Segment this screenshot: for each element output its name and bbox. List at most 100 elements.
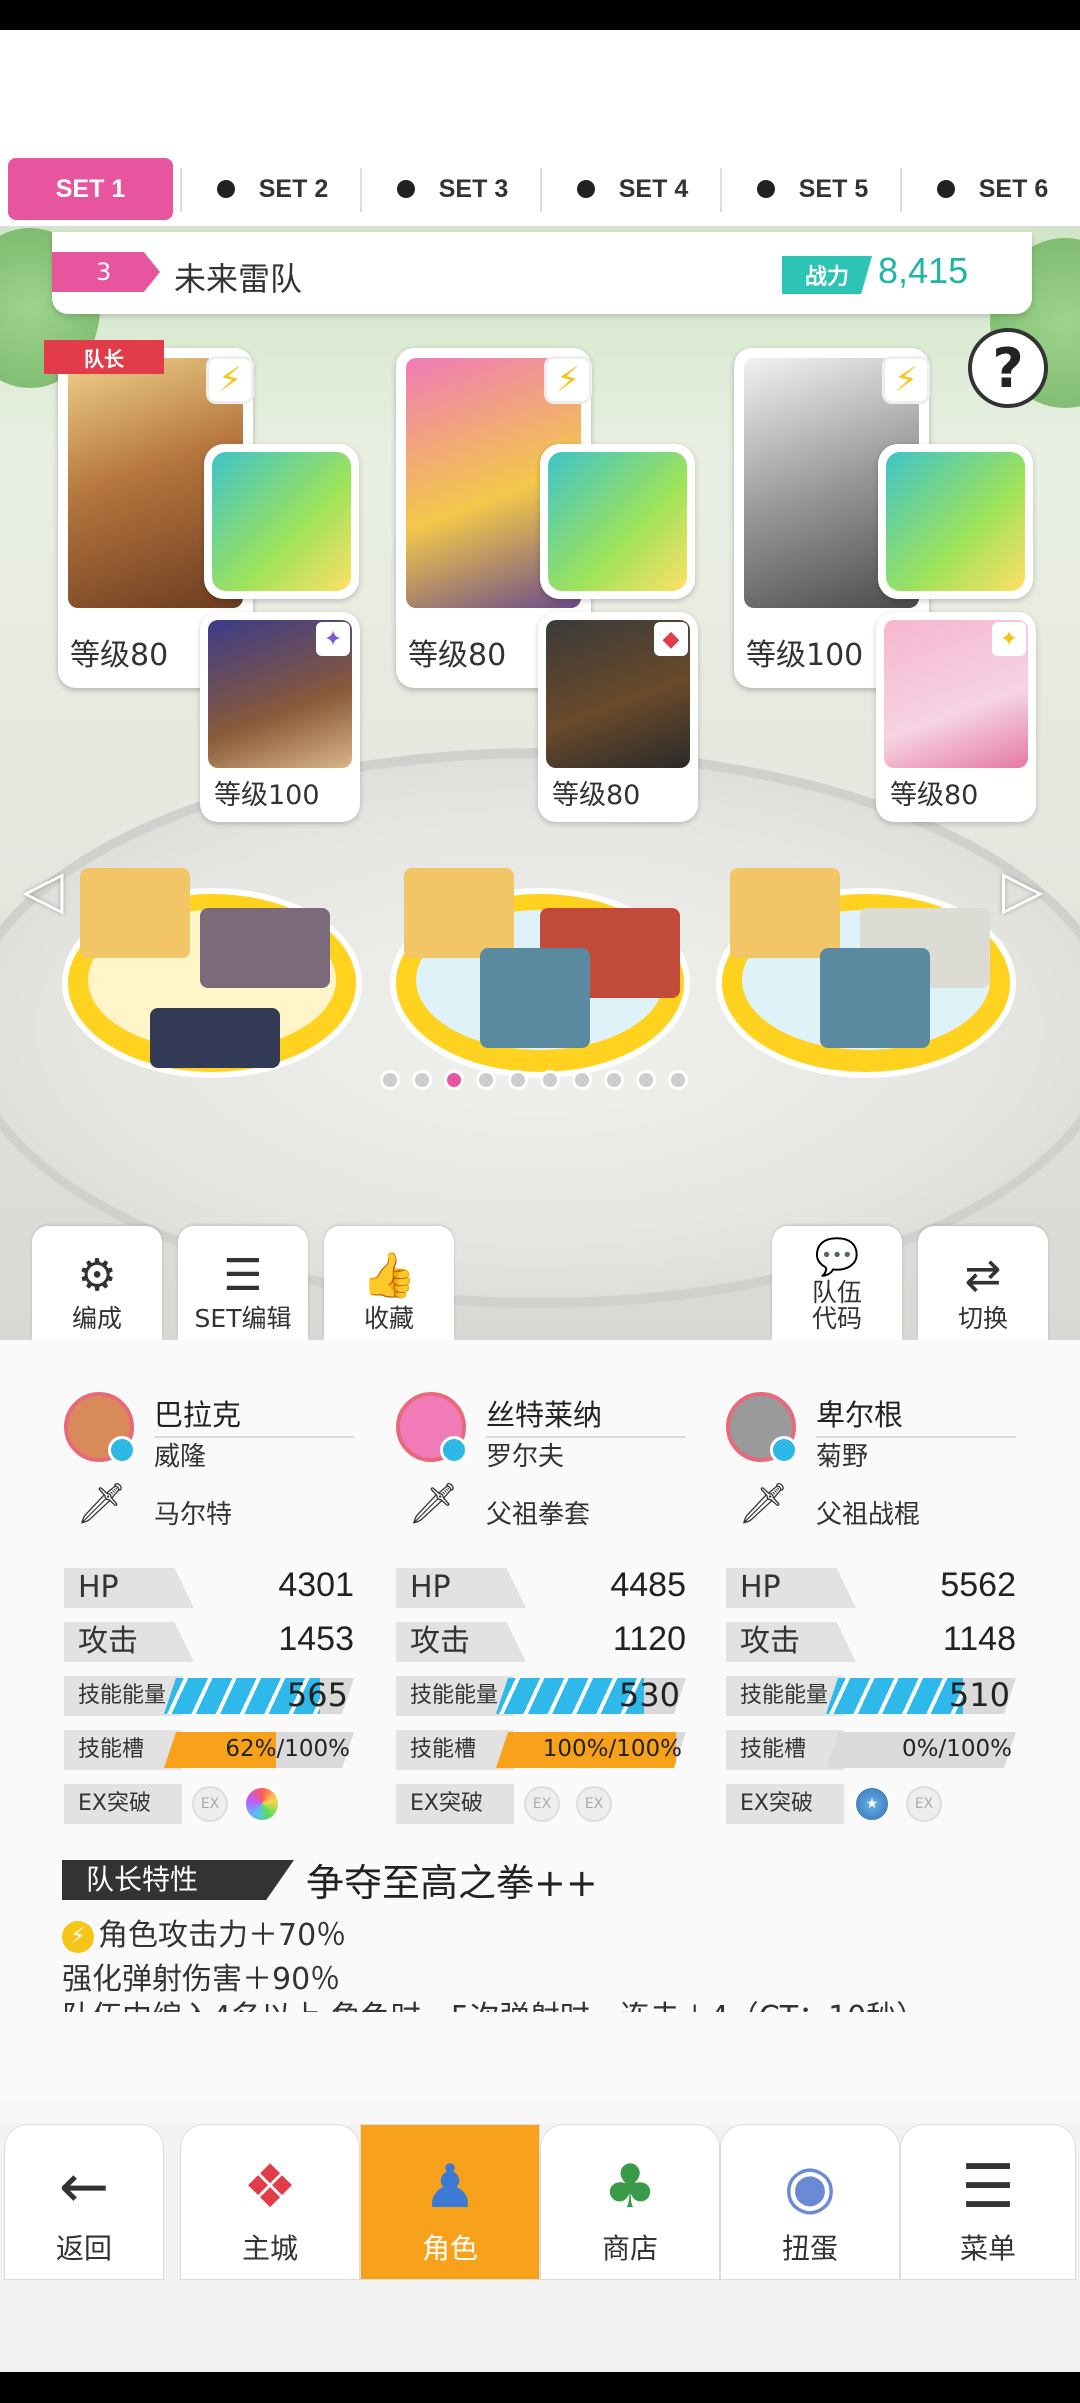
set-tabs: SET 1 SET 2 SET 3 SET 4 SET 5 SET 6 xyxy=(0,150,1080,228)
tab-set-6[interactable]: SET 6 xyxy=(910,158,1075,220)
lightning-element-icon: ⚡ xyxy=(206,356,254,404)
top-spacer xyxy=(0,30,1080,150)
formation-label: 编成 xyxy=(71,1303,122,1333)
pager-dot[interactable] xyxy=(380,1070,400,1090)
nav-label: 扭蛋 xyxy=(781,2232,838,2265)
weapon-icon: 🗡 xyxy=(408,1481,459,1527)
team-code-button[interactable]: 💬 队伍 代码 xyxy=(772,1226,902,1340)
attack-stat: 攻击 1120 xyxy=(396,1620,686,1664)
sprite-block xyxy=(80,868,190,958)
nav-character[interactable]: ♟ 角色 xyxy=(360,2124,540,2280)
nav-menu[interactable]: ☰ 菜单 xyxy=(900,2124,1076,2280)
system-nav-bar xyxy=(0,2372,1080,2403)
weapon-image xyxy=(886,452,1025,591)
trait-line-3-clipped: 队伍中编入4名以上 角色时，5次弹射时，连击＋4（CT：10秒） xyxy=(0,1992,1080,2012)
prev-team-arrow-icon[interactable]: ◁ xyxy=(22,858,64,921)
bar-value: 62%/100% xyxy=(225,1736,350,1762)
sub-character-level: 等级80 xyxy=(552,780,641,811)
hp-stat: HP 4301 xyxy=(64,1566,354,1610)
nav-back[interactable]: ← 返回 xyxy=(4,2124,164,2280)
thumbs-up-icon: 👍 xyxy=(361,1249,417,1301)
hero-sub-name: 菊野 xyxy=(816,1442,869,1472)
sprite-block xyxy=(404,868,514,958)
stat-value: 5562 xyxy=(940,1566,1016,1604)
sub-character-card[interactable]: ✦ 等级100 xyxy=(200,612,360,822)
weapon-slot[interactable] xyxy=(204,444,359,599)
game-screen: { "set_tabs": [ {"label": "SET 1", "acti… xyxy=(0,0,1080,2403)
tab-set-1[interactable]: SET 1 xyxy=(8,158,173,220)
next-team-arrow-icon[interactable]: ▷ xyxy=(1002,858,1044,921)
sub-character-level: 等级100 xyxy=(214,780,320,811)
power-value: 8,415 xyxy=(878,250,969,291)
bottom-nav: ← 返回 ❖ 主城 ♟ 角色 ♣ 商店 ◉ 扭蛋 ☰ 菜单 xyxy=(0,2124,1080,2280)
team-name[interactable]: 未来雷队 xyxy=(174,254,302,300)
pager-dot[interactable] xyxy=(636,1070,656,1090)
pager-dot[interactable] xyxy=(412,1070,432,1090)
ex-slot-icon[interactable]: EX xyxy=(192,1786,228,1822)
tab-dot-icon xyxy=(576,180,595,198)
pager-dot[interactable] xyxy=(476,1070,496,1090)
team-pager xyxy=(380,1070,688,1090)
tab-set-5[interactable]: SET 5 xyxy=(730,158,895,220)
weapon-slot[interactable] xyxy=(540,444,695,599)
ex-slot-icon[interactable]: EX xyxy=(576,1786,612,1822)
tab-set-3[interactable]: SET 3 xyxy=(370,158,535,220)
stat-label: HP xyxy=(396,1568,526,1608)
nav-label: 菜单 xyxy=(959,2232,1016,2265)
stat-label: 攻击 xyxy=(64,1622,194,1662)
hero-name: 丝特莱纳 xyxy=(486,1392,686,1438)
ex-label: EX突破 xyxy=(64,1784,182,1824)
tab-label: SET 5 xyxy=(798,174,869,203)
swap-label: 切换 xyxy=(957,1303,1008,1333)
set-edit-button[interactable]: ☰ SET编辑 xyxy=(178,1226,308,1340)
swap-button[interactable]: ⇄ 切换 xyxy=(918,1226,1048,1340)
ex-slot-icon[interactable]: EX xyxy=(524,1786,560,1822)
favorite-button[interactable]: 👍 收藏 xyxy=(324,1226,454,1340)
nav-gacha[interactable]: ◉ 扭蛋 xyxy=(720,2124,900,2280)
hp-stat: HP 4485 xyxy=(396,1566,686,1610)
sub-character-card[interactable]: ◆ 等级80 xyxy=(538,612,698,822)
element-icon xyxy=(770,1436,798,1464)
sprite-block xyxy=(480,948,590,1048)
ex-slot-icon[interactable]: EX xyxy=(906,1786,942,1822)
hero-avatar[interactable] xyxy=(396,1392,468,1464)
formation-button[interactable]: ⚙ 编成 xyxy=(32,1226,162,1340)
sprite-block xyxy=(200,908,330,988)
hero-avatar[interactable] xyxy=(726,1392,798,1464)
menu-icon: ☰ xyxy=(961,2152,1015,2222)
tab-set-4[interactable]: SET 4 xyxy=(550,158,715,220)
pager-dot[interactable] xyxy=(668,1070,688,1090)
weapon-icon: 🗡 xyxy=(738,1481,789,1527)
tab-label: SET 4 xyxy=(618,174,689,203)
ex-label: EX突破 xyxy=(396,1784,514,1824)
nav-castle[interactable]: ❖ 主城 xyxy=(180,2124,360,2280)
bar-fill xyxy=(826,1678,963,1714)
hp-stat: HP 5562 xyxy=(726,1566,1016,1610)
chat-icon: 💬 xyxy=(814,1236,860,1278)
pager-dot[interactable] xyxy=(444,1070,464,1090)
weapon-name: 父祖战棍 xyxy=(816,1500,921,1530)
tab-label: SET 1 xyxy=(55,174,126,203)
ex-rainbow-icon[interactable] xyxy=(244,1786,280,1822)
trait-line-3: 队伍中编入4名以上 角色时，5次弹射时，连击＋4（CT：10秒） xyxy=(62,1992,926,2012)
back-arrow-icon: ← xyxy=(58,2152,110,2222)
hero-avatar[interactable] xyxy=(64,1392,136,1464)
pager-dot[interactable] xyxy=(572,1070,592,1090)
pager-dot[interactable] xyxy=(540,1070,560,1090)
nav-shop[interactable]: ♣ 商店 xyxy=(540,2124,720,2280)
sub-character-card[interactable]: ✦ 等级80 xyxy=(876,612,1036,822)
tab-separator xyxy=(720,168,722,212)
stat-label: 攻击 xyxy=(726,1622,856,1662)
pager-dot[interactable] xyxy=(604,1070,624,1090)
ex-star-icon[interactable]: ★ xyxy=(854,1786,890,1822)
nav-label: 角色 xyxy=(421,2232,478,2265)
team-scene: 3 未来雷队 战力 8,415 ? 等级80 队长 ⚡ ✦ 等级100 等级80… xyxy=(0,228,1080,1340)
stat-label: HP xyxy=(726,1568,856,1608)
weapon-slot[interactable] xyxy=(878,444,1033,599)
favorite-label: 收藏 xyxy=(363,1303,414,1333)
weapon-icon: 🗡 xyxy=(76,1481,127,1527)
diamond-badge-icon: ◆ xyxy=(654,622,688,656)
tab-set-2[interactable]: SET 2 xyxy=(190,158,355,220)
help-icon[interactable]: ? xyxy=(968,328,1048,408)
pager-dot[interactable] xyxy=(508,1070,528,1090)
